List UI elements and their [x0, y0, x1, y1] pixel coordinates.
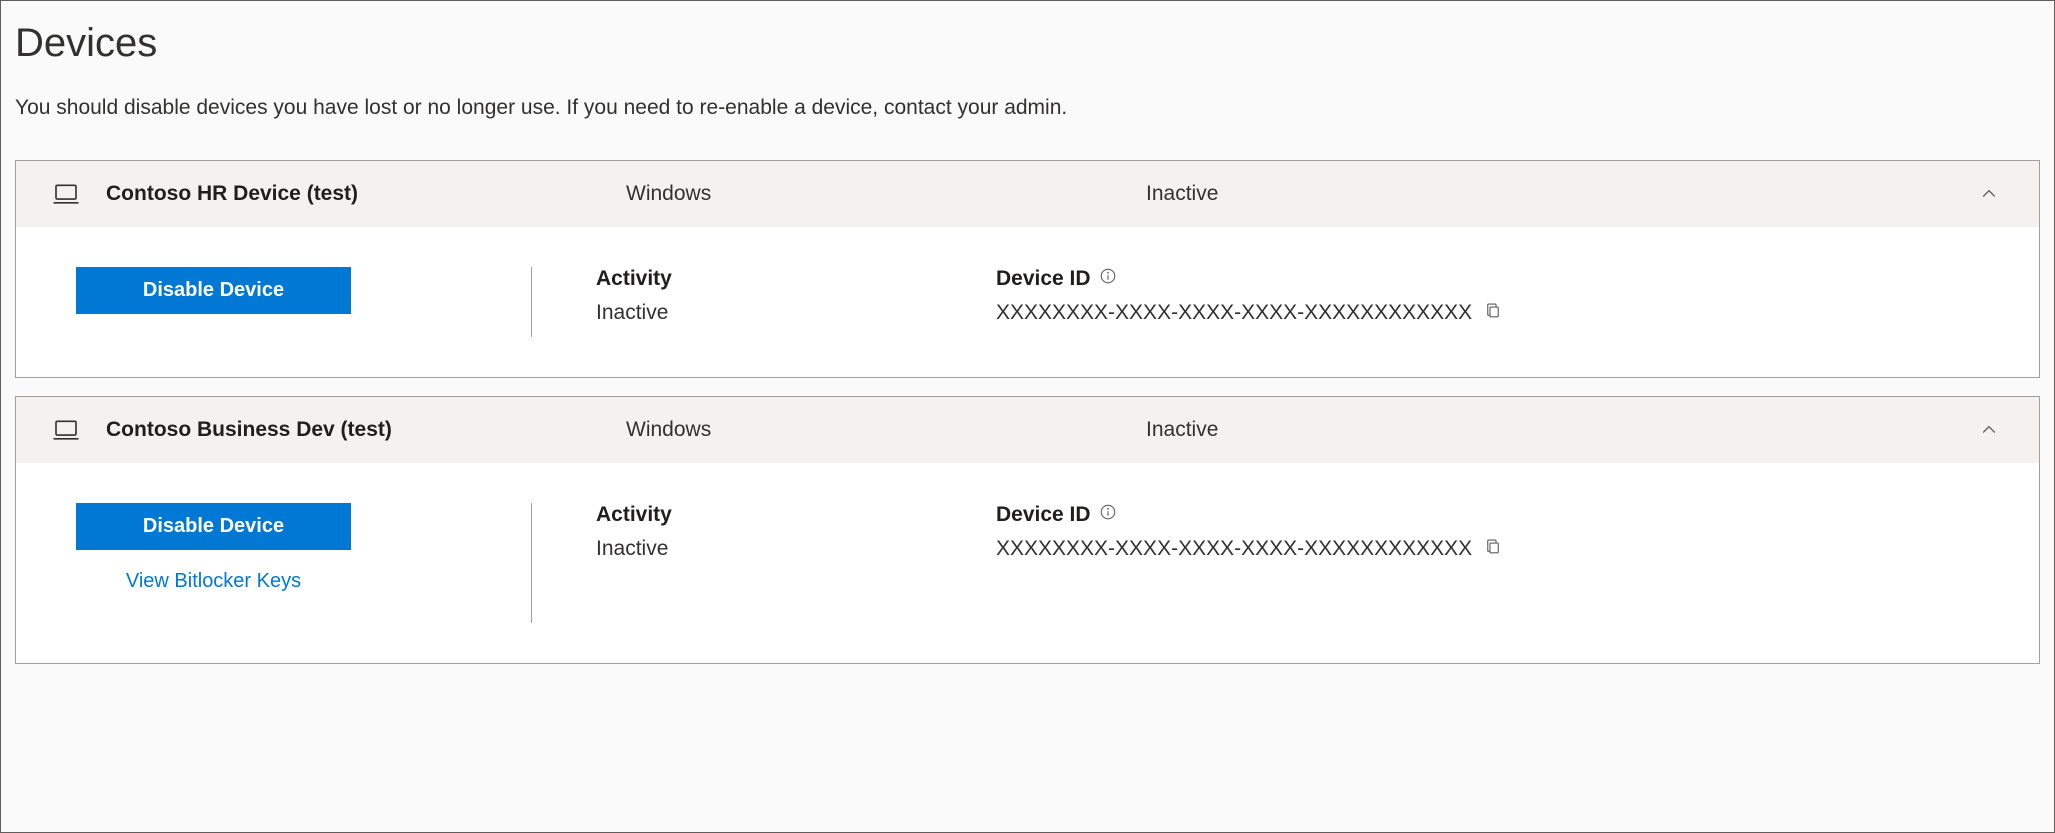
action-column: Disable Device View Bitlocker Keys — [76, 503, 466, 623]
device-id-value: XXXXXXXX-XXXX-XXXX-XXXX-XXXXXXXXXXXX — [996, 537, 1472, 561]
activity-value: Inactive — [596, 301, 996, 325]
devices-page: Devices You should disable devices you h… — [0, 0, 2055, 833]
disable-device-button[interactable]: Disable Device — [76, 503, 351, 550]
device-header[interactable]: Contoso HR Device (test) Windows Inactiv… — [16, 161, 2039, 227]
view-bitlocker-keys-link[interactable]: View Bitlocker Keys — [76, 570, 351, 593]
device-id-column: Device ID XXXXXXXX-XXXX-XXXX-XXXX-XXXXXX… — [996, 503, 1979, 623]
activity-label: Activity — [596, 267, 996, 291]
device-id-label-text: Device ID — [996, 267, 1091, 291]
device-id-value: XXXXXXXX-XXXX-XXXX-XXXX-XXXXXXXXXXXX — [996, 301, 1472, 325]
device-status: Inactive — [1146, 182, 1959, 206]
page-title: Devices — [15, 21, 2040, 66]
info-icon[interactable] — [1099, 267, 1117, 291]
device-id-value-row: XXXXXXXX-XXXX-XXXX-XXXX-XXXXXXXXXXXX — [996, 537, 1979, 561]
device-body: Disable Device View Bitlocker Keys Activ… — [16, 463, 2039, 663]
info-icon[interactable] — [1099, 503, 1117, 527]
page-subtitle: You should disable devices you have lost… — [15, 96, 2040, 120]
device-name: Contoso Business Dev (test) — [106, 418, 626, 442]
divider — [466, 267, 596, 337]
device-body: Disable Device Activity Inactive Device … — [16, 227, 2039, 377]
laptop-icon — [26, 415, 106, 445]
copy-icon[interactable] — [1484, 537, 1502, 561]
device-os: Windows — [626, 418, 1146, 442]
device-card: Contoso Business Dev (test) Windows Inac… — [15, 396, 2040, 664]
copy-icon[interactable] — [1484, 301, 1502, 325]
activity-value: Inactive — [596, 537, 996, 561]
activity-column: Activity Inactive — [596, 503, 996, 623]
device-status: Inactive — [1146, 418, 1959, 442]
device-id-label: Device ID — [996, 503, 1979, 527]
chevron-up-icon — [1959, 184, 2019, 204]
activity-label: Activity — [596, 503, 996, 527]
device-card: Contoso HR Device (test) Windows Inactiv… — [15, 160, 2040, 378]
divider — [466, 503, 596, 623]
action-column: Disable Device — [76, 267, 466, 337]
activity-column: Activity Inactive — [596, 267, 996, 337]
device-id-column: Device ID XXXXXXXX-XXXX-XXXX-XXXX-XXXXXX… — [996, 267, 1979, 337]
device-id-value-row: XXXXXXXX-XXXX-XXXX-XXXX-XXXXXXXXXXXX — [996, 301, 1979, 325]
laptop-icon — [26, 179, 106, 209]
chevron-up-icon — [1959, 420, 2019, 440]
device-id-label: Device ID — [996, 267, 1979, 291]
device-name: Contoso HR Device (test) — [106, 182, 626, 206]
device-header[interactable]: Contoso Business Dev (test) Windows Inac… — [16, 397, 2039, 463]
disable-device-button[interactable]: Disable Device — [76, 267, 351, 314]
device-id-label-text: Device ID — [996, 503, 1091, 527]
device-os: Windows — [626, 182, 1146, 206]
